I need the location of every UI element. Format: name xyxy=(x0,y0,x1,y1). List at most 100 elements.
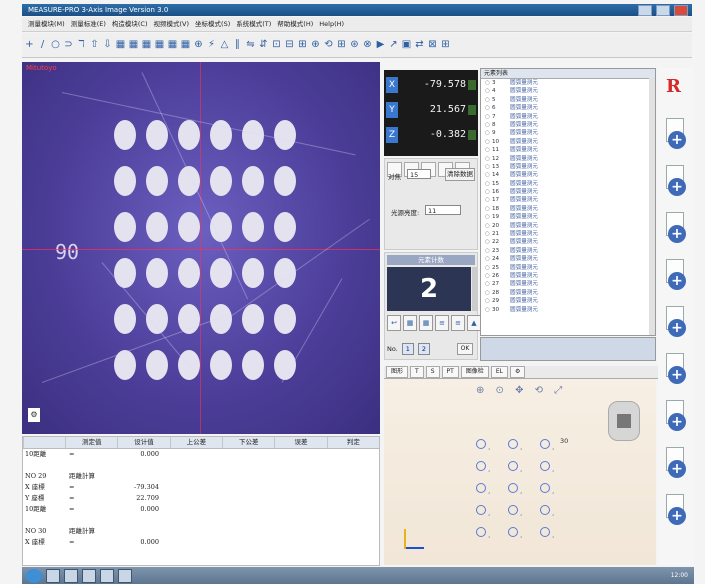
toolbar-icon-28[interactable]: ↗ xyxy=(388,38,399,52)
toolbar-icon-15[interactable]: △ xyxy=(219,38,230,52)
results-column-header[interactable]: 测定值 xyxy=(65,437,117,448)
feature-list-item[interactable]: ○ 20 圆弧量测元 xyxy=(481,222,655,230)
feature-list-item[interactable]: ○ 15 圆弧量测元 xyxy=(481,180,655,188)
zero-y-button[interactable] xyxy=(468,104,476,115)
results-column-header[interactable]: 误差 xyxy=(274,437,326,448)
toolbar-icon-18[interactable]: ⇵ xyxy=(258,38,269,52)
feature-list-item[interactable]: ○ 21 圆弧量测元 xyxy=(481,230,655,238)
circle-feature-shape[interactable] xyxy=(476,439,486,449)
list-icon-2[interactable]: ≡ xyxy=(451,315,465,331)
list-icon[interactable]: ≡ xyxy=(435,315,449,331)
circle-feature-shape[interactable] xyxy=(476,461,486,471)
graph-tab-2[interactable]: S xyxy=(425,366,440,378)
zero-z-button[interactable] xyxy=(468,129,476,140)
taskbar-app-1[interactable] xyxy=(46,568,60,583)
feature-list-item[interactable]: ○ 8 圆弧量测元 xyxy=(481,121,655,129)
feature-list-item[interactable]: ○ 7 圆弧量测元 xyxy=(481,113,655,121)
toolbar-icon-7[interactable]: ▦ xyxy=(115,38,126,52)
feature-list-item[interactable]: ○ 27 圆弧量测元 xyxy=(481,280,655,288)
feature-list-item[interactable]: ○ 30 圆弧量测元 xyxy=(481,306,655,314)
grid-icon-2[interactable]: ▦ xyxy=(419,315,433,331)
feature-list-item[interactable]: ○ 23 圆弧量测元 xyxy=(481,247,655,255)
menu-item-0[interactable]: 测量模块(M) xyxy=(28,20,65,28)
view-cube[interactable] xyxy=(608,401,640,441)
number-option-1[interactable]: 1 xyxy=(401,343,414,355)
add-report-icon[interactable]: + xyxy=(664,118,686,150)
graph-tab-6[interactable]: ⚙ xyxy=(509,366,526,378)
camera-settings-icon[interactable]: ⚙ xyxy=(28,408,40,422)
toolbar-icon-5[interactable]: ⇧ xyxy=(89,38,100,52)
toolbar-icon-8[interactable]: ▦ xyxy=(128,38,139,52)
circle-feature-shape[interactable] xyxy=(540,439,550,449)
circle-feature-shape[interactable] xyxy=(476,527,486,537)
close-button[interactable] xyxy=(674,5,688,16)
graph-tab-3[interactable]: PT xyxy=(441,366,459,378)
report-icon[interactable]: R xyxy=(666,76,681,97)
minimize-button[interactable] xyxy=(637,5,652,16)
toolbar-icon-21[interactable]: ⊞ xyxy=(297,38,308,52)
results-column-header[interactable]: 上公差 xyxy=(169,437,222,448)
circle-feature-shape[interactable] xyxy=(508,439,518,449)
add-report-icon[interactable]: + xyxy=(664,212,686,244)
feature-list-item[interactable]: ○ 16 圆弧量测元 xyxy=(481,188,655,196)
circle-feature-shape[interactable] xyxy=(540,527,550,537)
start-button[interactable] xyxy=(26,568,42,583)
light-select[interactable]: 11 xyxy=(425,205,461,215)
circle-feature-shape[interactable] xyxy=(476,505,486,515)
circle-feature-shape[interactable] xyxy=(540,505,550,515)
menu-item-5[interactable]: 系统模式(T) xyxy=(236,20,271,28)
feature-list-item[interactable]: ○ 22 圆弧量测元 xyxy=(481,238,655,246)
menu-item-2[interactable]: 构造模块(C) xyxy=(112,20,148,28)
add-report-icon[interactable]: + xyxy=(664,306,686,338)
toolbar-icon-16[interactable]: ∥ xyxy=(232,38,243,52)
undo-icon[interactable]: ↩ xyxy=(387,315,401,331)
feature-list-item[interactable]: ○ 5 圆弧量测元 xyxy=(481,96,655,104)
graph-tab-5[interactable]: EL xyxy=(490,366,508,378)
feature-list-item[interactable]: ○ 9 圆弧量测元 xyxy=(481,129,655,137)
toolbar-icon-32[interactable]: ⊞ xyxy=(440,38,451,52)
add-report-icon[interactable]: + xyxy=(664,494,686,526)
toolbar-icon-14[interactable]: ⚡ xyxy=(206,38,217,52)
taskbar-app-2[interactable] xyxy=(64,568,78,583)
toolbar-icon-23[interactable]: ⟲ xyxy=(323,38,334,52)
menu-item-4[interactable]: 坐标模式(S) xyxy=(195,20,230,28)
toolbar-icon-24[interactable]: ⊞ xyxy=(336,38,347,52)
feature-list-item[interactable]: ○ 4 圆弧量测元 xyxy=(481,87,655,95)
feature-list-item[interactable]: ○ 12 圆弧量测元 xyxy=(481,155,655,163)
toolbar-icon-3[interactable]: ⊃ xyxy=(63,38,74,52)
view-cube-face[interactable] xyxy=(617,414,631,428)
toolbar-icon-17[interactable]: ⇋ xyxy=(245,38,256,52)
add-report-icon[interactable]: + xyxy=(664,165,686,197)
toolbar-icon-20[interactable]: ⊟ xyxy=(284,38,295,52)
feature-list-item[interactable]: ○ 13 圆弧量测元 xyxy=(481,163,655,171)
graph-tab-0[interactable]: 图形 xyxy=(386,366,409,378)
menu-item-7[interactable]: Help(H) xyxy=(319,20,344,28)
toolbar-icon-6[interactable]: ⇩ xyxy=(102,38,113,52)
menu-item-1[interactable]: 测量标准(E) xyxy=(71,20,106,28)
toolbar-icon-12[interactable]: ▦ xyxy=(180,38,191,52)
results-column-header[interactable]: 判定 xyxy=(326,437,379,448)
circle-feature-shape[interactable] xyxy=(476,483,486,493)
taskbar-app-3[interactable] xyxy=(82,568,96,583)
feature-list-scrollbar[interactable] xyxy=(649,78,655,335)
toolbar-icon-19[interactable]: ⊡ xyxy=(271,38,282,52)
feature-list-item[interactable]: ○ 10 圆弧量测元 xyxy=(481,138,655,146)
graph-tools[interactable]: ⊕ ⊙ ✥ ⟲ ⤢ xyxy=(476,385,566,396)
add-report-icon[interactable]: + xyxy=(664,353,686,385)
feature-list-item[interactable]: ○ 24 圆弧量测元 xyxy=(481,255,655,263)
circle-feature-shape[interactable] xyxy=(540,483,550,493)
feature-list-item[interactable]: ○ 6 圆弧量测元 xyxy=(481,104,655,112)
number-option-2[interactable]: 2 xyxy=(417,343,430,355)
maximize-button[interactable] xyxy=(655,5,670,16)
circle-feature-shape[interactable] xyxy=(508,483,518,493)
circle-feature-shape[interactable] xyxy=(508,527,518,537)
feature-list-item[interactable]: ○ 14 圆弧量测元 xyxy=(481,171,655,179)
toolbar-icon-29[interactable]: ▣ xyxy=(401,38,412,52)
filter-select[interactable]: 15 xyxy=(407,169,431,179)
toolbar-icon-10[interactable]: ▦ xyxy=(154,38,165,52)
add-report-icon[interactable]: + xyxy=(664,259,686,291)
menu-item-3[interactable]: 视频模式(V) xyxy=(154,20,190,28)
toolbar-icon-25[interactable]: ⊛ xyxy=(349,38,360,52)
camera-view[interactable]: Mitutoyo 06 ⚙ xyxy=(22,62,380,434)
toolbar-icon-4[interactable]: ℸ xyxy=(76,38,87,52)
